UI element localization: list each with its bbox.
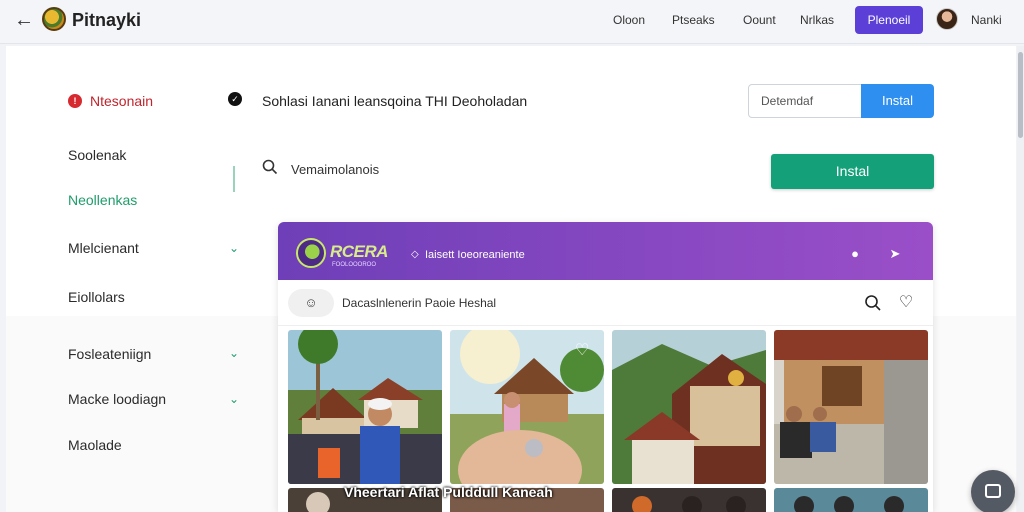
chat-icon[interactable]: ●	[847, 246, 863, 262]
nav-link-1[interactable]: Oloon	[613, 13, 645, 27]
nav-link-4[interactable]: Nrlkas	[800, 13, 834, 27]
panel-subtitle: Dacaslnlenerin Paoie Heshal	[342, 296, 497, 310]
sidebar-item-1[interactable]: Ntesonain	[90, 93, 153, 109]
nav-link-3[interactable]: Oount	[743, 13, 776, 27]
chevron-down-icon[interactable]: ⌄	[229, 241, 239, 255]
heart-icon[interactable]: ♡	[575, 340, 589, 360]
message-icon	[985, 484, 1001, 498]
panel-tagline: Iaisett Ioeoreaniente	[425, 249, 525, 261]
search-icon[interactable]	[864, 294, 882, 312]
photo-tile-8[interactable]	[774, 488, 928, 512]
sidebar-item-5[interactable]: Eiollolars	[68, 289, 125, 305]
search-icon[interactable]	[262, 159, 278, 175]
photo-tile-4[interactable]	[774, 330, 928, 484]
primary-button[interactable]: Plenoeil	[855, 6, 923, 34]
arrow-left-icon[interactable]: ←	[12, 9, 36, 33]
alert-icon: !	[68, 94, 82, 108]
sidebar-item-7[interactable]: Macke loodiagn	[68, 391, 166, 407]
search-label[interactable]: Vemaimolanois	[291, 162, 379, 177]
sidebar-item-4[interactable]: Mlelcienant	[68, 240, 139, 256]
sidebar-item-8[interactable]: Maolade	[68, 437, 122, 453]
panel-toolbar: ☺ Dacaslnlenerin Paoie Heshal ♡	[278, 280, 933, 326]
page-headline: Sohlasi Ianani leansqoina THI Deoholadan	[262, 93, 528, 109]
nav-link-2[interactable]: Ptseaks	[672, 13, 715, 27]
check-circle-icon: ✓	[228, 92, 242, 106]
panel-brand: RCERA	[330, 242, 388, 261]
chevron-down-icon[interactable]: ⌄	[229, 392, 239, 406]
send-icon[interactable]: ➤	[887, 246, 903, 262]
app-title: Pitnayki	[72, 10, 142, 30]
diamond-icon: ◇	[411, 249, 419, 260]
chevron-down-icon[interactable]: ⌄	[229, 346, 239, 360]
photo-tile-7[interactable]	[612, 488, 766, 512]
text-field[interactable]	[748, 84, 862, 118]
panel-header: RCERA FOOLOOOROO ◇ Iaisett Ioeoreaniente…	[278, 222, 933, 280]
photo-tile-1[interactable]	[288, 330, 442, 484]
app-logo	[42, 7, 66, 31]
install-button[interactable]: Instal	[771, 154, 934, 189]
app-preview-panel: RCERA FOOLOOOROO ◇ Iaisett Ioeoreaniente…	[278, 222, 933, 512]
heart-icon[interactable]: ♡	[897, 294, 915, 312]
sidebar-item-3[interactable]: Neollenkas	[68, 192, 137, 208]
photo-tile-3[interactable]	[612, 330, 766, 484]
scrollbar-thumb[interactable]	[1018, 52, 1023, 138]
emoji-icon[interactable]: ☺	[288, 289, 334, 317]
photo-caption: Vheertari Aflat Pulddull Kaneah	[344, 484, 553, 500]
chat-fab-button[interactable]	[971, 470, 1015, 512]
field-install-button[interactable]: Instal	[861, 84, 934, 118]
sidebar-item-6[interactable]: Fosleateniign	[68, 346, 151, 362]
avatar[interactable]	[936, 8, 958, 30]
sidebar-item-2[interactable]: Soolenak	[68, 147, 126, 163]
top-bar: ← Pitnayki Oloon Ptseaks Oount Nrlkas Pl…	[0, 0, 1024, 44]
user-name[interactable]: Nanki	[971, 13, 1002, 27]
active-indicator	[233, 166, 235, 192]
panel-logo	[296, 238, 326, 268]
panel-brand-sub: FOOLOOOROO	[332, 262, 377, 268]
main-card: ! Ntesonain Soolenak Neollenkas Mlelcien…	[6, 46, 1016, 512]
